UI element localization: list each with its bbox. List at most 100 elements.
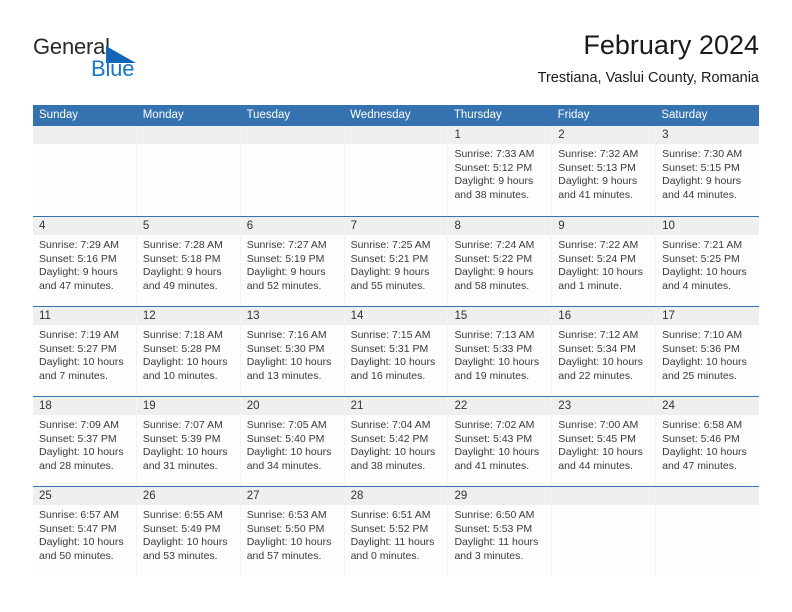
day-number: 12 <box>136 307 240 325</box>
day-cell[interactable]: 3 Sunrise: 7:30 AM Sunset: 5:15 PM Dayli… <box>656 126 760 216</box>
sunrise-text: Sunrise: 7:16 AM <box>246 329 327 341</box>
day-cell[interactable]: 23 Sunrise: 7:00 AM Sunset: 5:45 PM Dayl… <box>552 397 657 486</box>
weekday-wednesday: Wednesday <box>350 109 411 121</box>
sunrise-text: Sunrise: 6:57 AM <box>39 509 119 521</box>
sunrise-text: Sunrise: 7:25 AM <box>350 239 431 251</box>
day-cell[interactable]: 10 Sunrise: 7:21 AM Sunset: 5:25 PM Dayl… <box>656 217 760 306</box>
daylight-text-line2: and 58 minutes. <box>454 279 530 292</box>
sunrise-text: Sunrise: 6:51 AM <box>350 509 431 521</box>
daylight-text-line2: and 44 minutes. <box>558 459 634 472</box>
daylight-text-line2: and 13 minutes. <box>246 369 322 382</box>
day-info <box>137 144 240 148</box>
sunrise-text: Sunrise: 7:22 AM <box>558 239 639 251</box>
weekday-header-row: Sunday Monday Tuesday Wednesday Thursday… <box>33 105 759 126</box>
day-cell[interactable]: 7 Sunrise: 7:25 AM Sunset: 5:21 PM Dayli… <box>344 217 449 306</box>
day-cell[interactable] <box>33 126 137 216</box>
day-number <box>240 126 344 144</box>
day-number: 19 <box>136 397 240 415</box>
sunrise-text: Sunrise: 7:04 AM <box>350 419 431 431</box>
page-subtitle: Trestiana, Vaslui County, Romania <box>537 70 759 86</box>
day-info: Sunrise: 6:58 AM Sunset: 5:46 PM Dayligh… <box>656 415 759 473</box>
day-cell[interactable]: 24 Sunrise: 6:58 AM Sunset: 5:46 PM Dayl… <box>656 397 760 486</box>
daylight-text-line2: and 41 minutes. <box>454 459 530 472</box>
day-cell[interactable]: 16 Sunrise: 7:12 AM Sunset: 5:34 PM Dayl… <box>552 307 657 396</box>
day-cell[interactable]: 14 Sunrise: 7:15 AM Sunset: 5:31 PM Dayl… <box>344 307 449 396</box>
day-cell[interactable]: 4 Sunrise: 7:29 AM Sunset: 5:16 PM Dayli… <box>33 217 137 306</box>
sunrise-text: Sunrise: 7:13 AM <box>454 329 535 341</box>
day-info <box>552 505 655 509</box>
sunrise-text: Sunrise: 6:55 AM <box>142 509 223 521</box>
day-number: 17 <box>656 307 760 325</box>
daylight-text-line2: and 44 minutes. <box>662 188 737 201</box>
day-cell[interactable] <box>240 126 345 216</box>
day-info: Sunrise: 7:09 AM Sunset: 5:37 PM Dayligh… <box>33 415 136 473</box>
day-number <box>33 126 136 144</box>
sunset-text: Sunset: 5:24 PM <box>558 252 636 265</box>
weekday-thursday: Thursday <box>453 109 502 121</box>
day-cell[interactable]: 8 Sunrise: 7:24 AM Sunset: 5:22 PM Dayli… <box>448 217 553 306</box>
sunrise-text: Sunrise: 7:27 AM <box>246 239 327 251</box>
daylight-text-line1: Daylight: 10 hours <box>142 356 228 369</box>
day-info <box>656 505 759 509</box>
daylight-text-line1: Daylight: 10 hours <box>246 356 332 369</box>
day-cell[interactable]: 15 Sunrise: 7:13 AM Sunset: 5:33 PM Dayl… <box>448 307 553 396</box>
day-cell[interactable]: 22 Sunrise: 7:02 AM Sunset: 5:43 PM Dayl… <box>448 397 553 486</box>
day-cell[interactable]: 12 Sunrise: 7:18 AM Sunset: 5:28 PM Dayl… <box>136 307 241 396</box>
day-cell[interactable] <box>344 126 449 216</box>
day-info <box>241 144 344 148</box>
day-cell[interactable]: 29 Sunrise: 6:50 AM Sunset: 5:53 PM Dayl… <box>448 487 553 576</box>
day-number: 25 <box>33 487 136 505</box>
day-cell[interactable]: 1 Sunrise: 7:33 AM Sunset: 5:12 PM Dayli… <box>448 126 553 216</box>
day-cell[interactable]: 18 Sunrise: 7:09 AM Sunset: 5:37 PM Dayl… <box>33 397 137 486</box>
sunrise-text: Sunrise: 7:28 AM <box>142 239 223 251</box>
daylight-text-line2: and 50 minutes. <box>39 549 114 562</box>
day-number: 5 <box>136 217 240 235</box>
day-cell[interactable]: 25 Sunrise: 6:57 AM Sunset: 5:47 PM Dayl… <box>33 487 137 576</box>
daylight-text-line2: and 16 minutes. <box>350 369 426 382</box>
sunset-text: Sunset: 5:37 PM <box>39 432 117 445</box>
daylight-text-line2: and 4 minutes. <box>662 279 732 292</box>
day-info <box>33 144 136 148</box>
day-info: Sunrise: 7:13 AM Sunset: 5:33 PM Dayligh… <box>448 325 551 383</box>
day-cell[interactable]: 17 Sunrise: 7:10 AM Sunset: 5:36 PM Dayl… <box>656 307 760 396</box>
day-number: 24 <box>656 397 760 415</box>
sunset-text: Sunset: 5:21 PM <box>350 252 429 265</box>
sunrise-text: Sunrise: 7:32 AM <box>558 148 639 160</box>
day-cell[interactable]: 20 Sunrise: 7:05 AM Sunset: 5:40 PM Dayl… <box>240 397 345 486</box>
day-cell[interactable]: 5 Sunrise: 7:28 AM Sunset: 5:18 PM Dayli… <box>136 217 241 306</box>
week-row: 1 Sunrise: 7:33 AM Sunset: 5:12 PM Dayli… <box>33 126 760 216</box>
general-blue-logo[interactable]: General Blue <box>33 34 203 90</box>
day-cell[interactable]: 2 Sunrise: 7:32 AM Sunset: 5:13 PM Dayli… <box>552 126 657 216</box>
sunrise-text: Sunrise: 7:19 AM <box>39 329 119 341</box>
day-cell[interactable] <box>136 126 241 216</box>
day-info: Sunrise: 7:28 AM Sunset: 5:18 PM Dayligh… <box>137 235 240 293</box>
sunset-text: Sunset: 5:18 PM <box>142 252 221 265</box>
daylight-text-line2: and 31 minutes. <box>142 459 218 472</box>
title-block: February 2024 Trestiana, Vaslui County, … <box>538 28 759 89</box>
day-cell[interactable]: 26 Sunrise: 6:55 AM Sunset: 5:49 PM Dayl… <box>136 487 241 576</box>
day-number: 20 <box>240 397 344 415</box>
day-cell[interactable] <box>656 487 760 576</box>
day-cell[interactable]: 11 Sunrise: 7:19 AM Sunset: 5:27 PM Dayl… <box>33 307 137 396</box>
daylight-text-line2: and 57 minutes. <box>246 549 322 562</box>
day-info: Sunrise: 7:22 AM Sunset: 5:24 PM Dayligh… <box>552 235 655 293</box>
day-cell[interactable]: 27 Sunrise: 6:53 AM Sunset: 5:50 PM Dayl… <box>240 487 345 576</box>
day-cell[interactable]: 19 Sunrise: 7:07 AM Sunset: 5:39 PM Dayl… <box>136 397 241 486</box>
daylight-text-line2: and 47 minutes. <box>39 279 114 292</box>
day-cell[interactable]: 6 Sunrise: 7:27 AM Sunset: 5:19 PM Dayli… <box>240 217 345 306</box>
sunrise-text: Sunrise: 7:33 AM <box>454 148 535 160</box>
daylight-text-line1: Daylight: 11 hours <box>350 536 435 549</box>
day-number: 6 <box>240 217 344 235</box>
day-cell[interactable]: 21 Sunrise: 7:04 AM Sunset: 5:42 PM Dayl… <box>344 397 449 486</box>
sunset-text: Sunset: 5:43 PM <box>454 432 533 445</box>
sunrise-text: Sunrise: 7:09 AM <box>39 419 119 431</box>
sunrise-text: Sunrise: 7:05 AM <box>246 419 327 431</box>
sunset-text: Sunset: 5:25 PM <box>662 252 740 265</box>
sunset-text: Sunset: 5:31 PM <box>350 342 429 355</box>
day-cell[interactable]: 13 Sunrise: 7:16 AM Sunset: 5:30 PM Dayl… <box>240 307 345 396</box>
day-cell[interactable] <box>552 487 657 576</box>
day-cell[interactable]: 28 Sunrise: 6:51 AM Sunset: 5:52 PM Dayl… <box>344 487 449 576</box>
daylight-text-line2: and 22 minutes. <box>558 369 634 382</box>
day-number: 23 <box>552 397 656 415</box>
day-cell[interactable]: 9 Sunrise: 7:22 AM Sunset: 5:24 PM Dayli… <box>552 217 657 306</box>
